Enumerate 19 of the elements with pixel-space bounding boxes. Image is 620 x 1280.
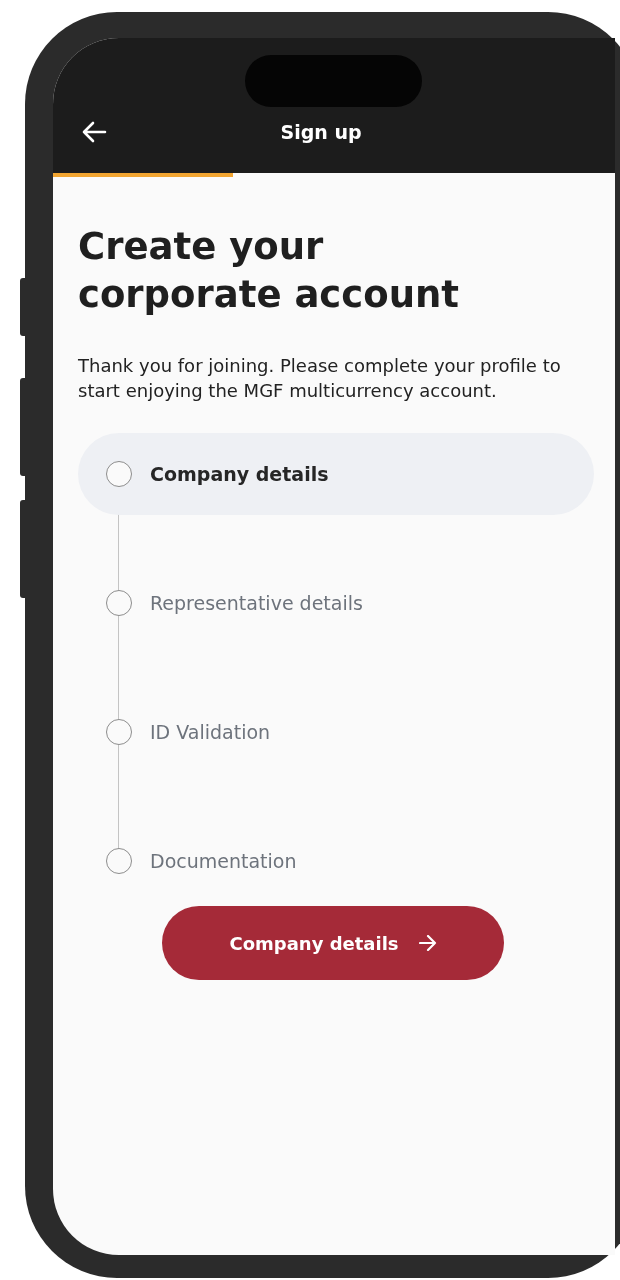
step-circle-icon: [106, 848, 132, 874]
step-circle-icon: [106, 461, 132, 487]
page-heading: Create your corporate account: [78, 224, 460, 318]
continue-button[interactable]: Company details: [162, 906, 504, 980]
step-label: Company details: [150, 463, 329, 485]
step-item[interactable]: Documentation: [78, 820, 594, 902]
step-item[interactable]: Representative details: [78, 562, 594, 644]
right-arrow-icon: [418, 935, 437, 951]
step-label: Documentation: [150, 850, 297, 872]
screen-title: Sign up: [279, 121, 363, 143]
step-circle-icon: [106, 719, 132, 745]
intro-text: Thank you for joining. Please complete your profile to start enjoying the MGF multicurrency account.: [78, 354, 562, 403]
back-arrow-icon: [81, 121, 107, 143]
step-label: ID Validation: [150, 721, 271, 743]
back-button[interactable]: [81, 121, 107, 143]
step-item[interactable]: ID Validation: [78, 691, 594, 773]
step-label: Representative details: [150, 592, 363, 614]
step-circle-icon: [106, 590, 132, 616]
step-item[interactable]: Company details: [78, 433, 594, 515]
